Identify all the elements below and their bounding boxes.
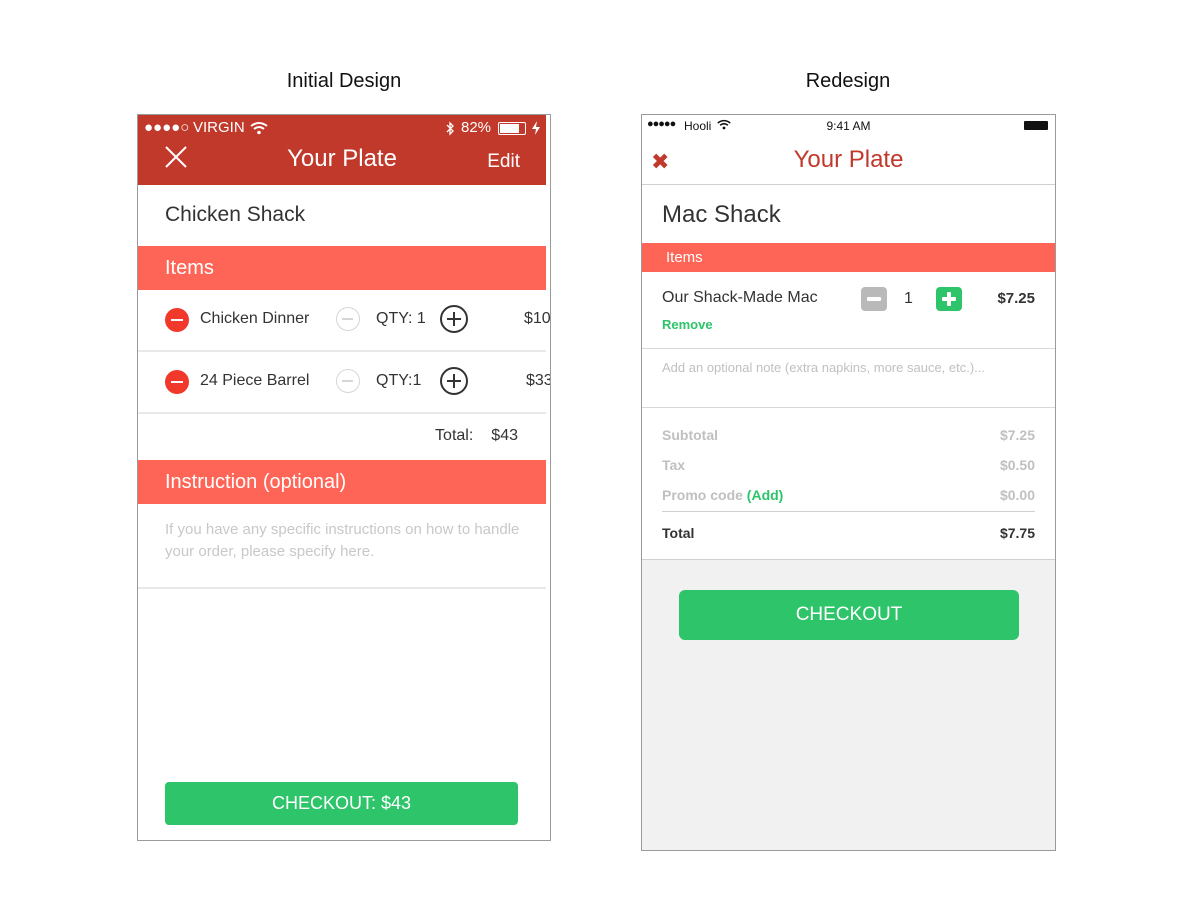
remove-item-link[interactable]: Remove [662, 317, 713, 332]
item-price: $10 [524, 310, 551, 327]
total-label: Total [662, 525, 695, 541]
checkout-button[interactable]: CHECKOUT [679, 590, 1019, 640]
list-item: 24 Piece Barrel QTY:1 $33 [138, 352, 550, 414]
decrease-qty-icon[interactable] [336, 307, 360, 331]
status-bar: ●●●●● Hooli 9:41 AM [642, 115, 1055, 137]
tax-value: $0.50 [999, 457, 1035, 473]
checkout-button[interactable]: CHECKOUT: $43 [165, 782, 518, 825]
instruction-header: Instruction (optional) [138, 460, 546, 504]
item-qty: 1 [904, 290, 913, 307]
bluetooth-icon [446, 121, 454, 136]
restaurant-name: Mac Shack [662, 201, 781, 228]
item-qty: QTY: 1 [376, 310, 426, 327]
signal-indicator: ●●●●○ [144, 119, 190, 136]
subtotal-label: Subtotal [662, 427, 718, 443]
nav-title: Your Plate [793, 146, 904, 173]
item-price: $33 [526, 372, 551, 389]
battery-icon [498, 122, 526, 135]
remove-item-icon[interactable] [165, 370, 189, 394]
wifi-icon [250, 122, 268, 135]
total-row: Total $7.75 [662, 525, 1035, 541]
restaurant-name: Chicken Shack [165, 203, 306, 226]
item-qty: QTY:1 [376, 372, 422, 389]
charging-icon [532, 121, 540, 135]
item-price: $7.25 [997, 290, 1035, 307]
initial-design-phone: ●●●●○ VIRGIN 82% Your Plate Edit Chicken… [137, 114, 551, 841]
order-total: Total: $43 [138, 427, 518, 445]
divider [642, 407, 1055, 408]
items-header: Items [138, 246, 546, 290]
increase-qty-icon[interactable] [936, 287, 962, 311]
redesign-heading: Redesign [805, 70, 891, 92]
promo-row: Promo code (Add) $0.00 [662, 487, 1035, 503]
list-item: Chicken Dinner QTY: 1 $10 [138, 290, 550, 352]
note-input[interactable]: Add an optional note (extra napkins, mor… [662, 360, 985, 375]
remove-item-icon[interactable] [165, 308, 189, 332]
add-promo-link[interactable]: (Add) [747, 487, 784, 503]
total-label: Total: [435, 427, 474, 444]
decrease-qty-icon[interactable] [861, 287, 887, 311]
promo-label: Promo code [662, 487, 743, 503]
subtotal-value: $7.25 [999, 427, 1035, 443]
divider [662, 511, 1035, 512]
items-header: Items [642, 243, 1055, 272]
carrier-label: VIRGIN [193, 119, 245, 136]
tax-row: Tax $0.50 [662, 457, 1035, 473]
battery-percent: 82% [461, 119, 492, 136]
subtotal-row: Subtotal $7.25 [662, 427, 1035, 443]
total-value: $43 [491, 427, 518, 444]
divider [642, 348, 1055, 349]
initial-design-heading: Initial Design [286, 70, 402, 92]
decrease-qty-icon[interactable] [336, 369, 360, 393]
item-name: 24 Piece Barrel [200, 372, 310, 389]
promo-value: $0.00 [999, 487, 1035, 503]
divider [138, 587, 546, 589]
item-name: Our Shack-Made Mac [662, 289, 818, 306]
battery-icon [1024, 121, 1048, 130]
edit-button[interactable]: Edit [487, 151, 520, 173]
nav-bar: ●●●●○ VIRGIN 82% Your Plate Edit [138, 115, 546, 185]
item-name: Chicken Dinner [200, 310, 310, 327]
status-time: 9:41 AM [826, 119, 871, 133]
nav-title: Your Plate [287, 145, 397, 172]
increase-qty-icon[interactable] [440, 305, 468, 333]
redesign-phone: ●●●●● Hooli 9:41 AM ✖ Your Plate Mac Sha… [641, 114, 1056, 851]
instruction-input[interactable]: If you have any specific instructions on… [165, 519, 525, 563]
total-value: $7.75 [999, 525, 1035, 541]
tax-label: Tax [662, 457, 686, 473]
increase-qty-icon[interactable] [440, 367, 468, 395]
